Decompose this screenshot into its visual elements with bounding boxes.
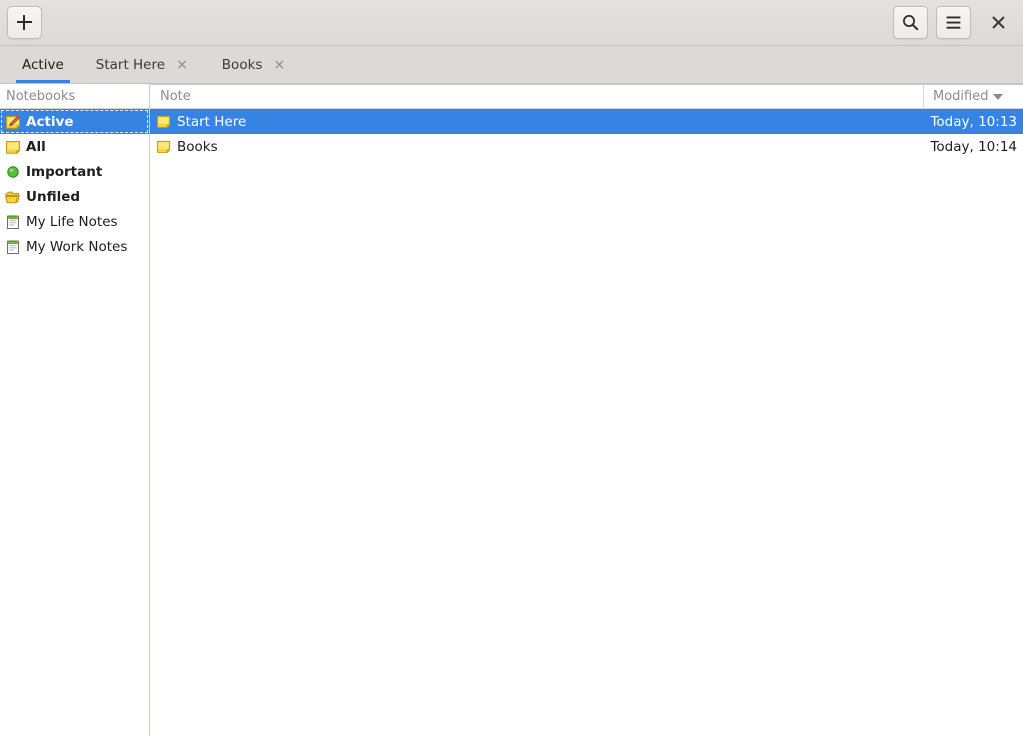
tab-active[interactable]: Active [6, 46, 80, 83]
tab-label: Start Here [95, 56, 166, 73]
sidebar-item-active[interactable]: Active [0, 109, 149, 134]
tab-close-icon[interactable]: × [174, 57, 190, 73]
notebook-icon [7, 214, 19, 229]
notebooks-sidebar: Notebooks Active All Important Unfiled My Li… [0, 84, 150, 736]
column-header-note-label: Note [160, 89, 191, 104]
yellow-note-icon [156, 139, 171, 154]
plus-icon [17, 15, 32, 30]
header-bar [0, 0, 1023, 46]
pencil-note-icon [5, 114, 21, 130]
close-icon [992, 16, 1004, 29]
tab-books[interactable]: Books × [206, 46, 303, 83]
sidebar-item-label: Unfiled [26, 188, 81, 205]
sidebar-item-my-work-notes[interactable]: My Work Notes [0, 234, 149, 259]
sort-descending-icon [993, 93, 1004, 100]
yellow-note-icon [5, 139, 21, 155]
hamburger-menu-icon [946, 16, 961, 29]
folder-stack-icon [5, 191, 20, 203]
sidebar-list: Active All Important Unfiled My Life Notes My… [0, 109, 149, 259]
note-modified-cell: Today, 10:14 [930, 138, 1017, 155]
note-list-rows: Start Here Today, 10:13 Books Today, 10:14 [150, 109, 1023, 736]
green-dot-icon [7, 165, 19, 178]
note-cell: Books [150, 139, 924, 155]
main-menu-button[interactable] [936, 6, 971, 39]
yellow-note-icon [156, 114, 171, 129]
sidebar-item-my-life-notes[interactable]: My Life Notes [0, 209, 149, 234]
note-list-panel: Note Modified Start Here Today, 10:13 Book… [150, 84, 1023, 736]
note-title: Books [177, 138, 218, 155]
sidebar-item-unfiled[interactable]: Unfiled [0, 184, 149, 209]
notes-window: Active Start Here × Books × Notebooks Active… [0, 0, 1023, 736]
sidebar-header-label: Notebooks [0, 84, 149, 109]
sidebar-item-label: My Work Notes [26, 238, 128, 255]
note-cell: Start Here [150, 114, 924, 130]
sidebar-item-label: My Life Notes [26, 213, 118, 230]
column-header-note[interactable]: Note [150, 85, 924, 108]
header-bar-left [7, 6, 42, 39]
sidebar-item-all[interactable]: All [0, 134, 149, 159]
notebook-icon [5, 214, 21, 230]
column-header-modified[interactable]: Modified [924, 85, 1023, 108]
yellow-note-icon [156, 140, 171, 154]
main-content: Notebooks Active All Important Unfiled My Li… [0, 84, 1023, 736]
table-row[interactable]: Start Here Today, 10:13 [150, 109, 1023, 134]
tab-label: Books [221, 56, 263, 73]
sidebar-item-label: All [26, 138, 46, 155]
folder-stack-icon [5, 189, 21, 205]
notebook-icon [5, 239, 21, 255]
note-modified-cell: Today, 10:13 [930, 113, 1017, 130]
yellow-note-icon [156, 115, 171, 129]
tab-start-here[interactable]: Start Here × [80, 46, 206, 83]
tab-label: Active [22, 56, 64, 73]
note-title: Start Here [177, 113, 247, 130]
sidebar-item-important[interactable]: Important [0, 159, 149, 184]
green-dot-icon [5, 164, 21, 180]
search-button[interactable] [893, 6, 928, 39]
tab-close-icon[interactable]: × [271, 57, 287, 73]
notebook-icon [7, 239, 19, 254]
search-icon [903, 15, 919, 31]
sidebar-item-label: Important [26, 163, 103, 180]
pencil-note-icon [6, 115, 21, 129]
note-list-header: Note Modified [150, 84, 1023, 109]
tab-bar: Active Start Here × Books × [0, 46, 1023, 84]
table-row[interactable]: Books Today, 10:14 [150, 134, 1023, 159]
window-close-button[interactable] [981, 6, 1015, 40]
sidebar-item-label: Active [26, 113, 74, 130]
new-note-button[interactable] [7, 6, 42, 39]
yellow-note-icon [6, 140, 21, 154]
column-header-modified-label: Modified [933, 89, 989, 104]
header-bar-right [893, 6, 1015, 40]
